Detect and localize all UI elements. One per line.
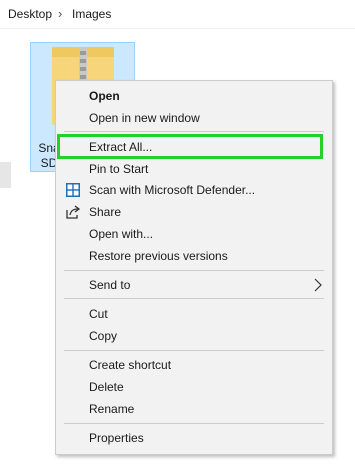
menu-item-share[interactable]: Share	[56, 202, 332, 222]
menu-item-cut[interactable]: Cut	[56, 304, 332, 324]
menu-separator	[64, 298, 324, 299]
menu-separator	[64, 423, 324, 424]
menu-item-open[interactable]: Open	[56, 86, 332, 106]
breadcrumb: Desktop › Images	[0, 0, 355, 28]
menu-item-send-to[interactable]: Send to	[56, 275, 332, 295]
menu-separator	[64, 350, 324, 351]
menu-separator	[64, 270, 324, 271]
menu-item-open-with[interactable]: Open with...	[56, 224, 332, 244]
context-menu: Open Open in new window Extract All... P…	[55, 80, 333, 455]
breadcrumb-divider	[0, 28, 355, 29]
breadcrumb-separator-icon: ›	[58, 6, 63, 21]
defender-shield-icon	[66, 183, 80, 197]
menu-item-scan-defender[interactable]: Scan with Microsoft Defender...	[56, 180, 332, 200]
chevron-right-icon	[314, 278, 322, 292]
extract-all-highlight-box	[57, 134, 323, 159]
menu-item-delete[interactable]: Delete	[56, 377, 332, 397]
menu-item-pin-to-start[interactable]: Pin to Start	[56, 159, 332, 179]
menu-item-open-new-window[interactable]: Open in new window	[56, 108, 332, 128]
breadcrumb-desktop[interactable]: Desktop	[8, 7, 52, 21]
breadcrumb-images[interactable]: Images	[72, 7, 111, 21]
share-icon	[66, 205, 81, 219]
menu-item-restore-versions[interactable]: Restore previous versions	[56, 246, 332, 266]
menu-item-copy[interactable]: Copy	[56, 326, 332, 346]
menu-separator	[64, 131, 324, 132]
menu-item-rename[interactable]: Rename	[56, 399, 332, 419]
nav-pane-selection[interactable]	[0, 162, 11, 188]
menu-item-create-shortcut[interactable]: Create shortcut	[56, 355, 332, 375]
menu-item-properties[interactable]: Properties	[56, 428, 332, 448]
